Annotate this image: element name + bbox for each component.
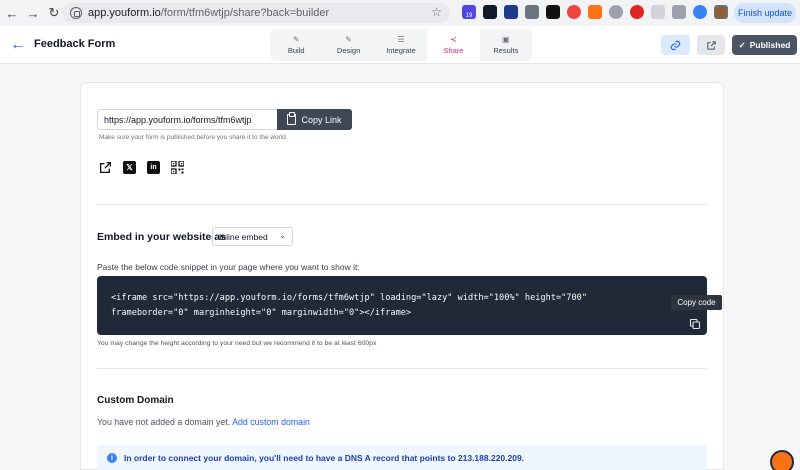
- chevron-down-icon: ⌄: [279, 231, 286, 240]
- inbox-icon: ▣: [502, 35, 510, 44]
- extension-icon[interactable]: [630, 5, 644, 19]
- published-label: Published: [749, 40, 791, 50]
- dns-ip: 213.188.220.209: [457, 453, 522, 463]
- clipboard-icon: [287, 112, 297, 125]
- custom-domain-status: You have not added a domain yet. Add cus…: [97, 417, 310, 427]
- extension-icon[interactable]: [693, 5, 707, 19]
- embed-type-select[interactable]: Inline embed ⌄: [212, 227, 293, 246]
- embed-code-text: <iframe src="https://app.youform.io/form…: [111, 293, 587, 318]
- back-arrow-icon[interactable]: ←: [10, 36, 26, 54]
- extension-badge: 19: [465, 13, 473, 19]
- url-path: /form/tfm6wtjp/share?back=builder: [160, 7, 330, 19]
- tab-share[interactable]: ≺ Share: [427, 29, 480, 61]
- extension-icon[interactable]: [546, 5, 560, 19]
- share-card: https://app.youform.io/forms/tfm6wtjp Co…: [80, 82, 724, 470]
- tab-label: Integrate: [386, 46, 416, 55]
- tab-label: Results: [493, 46, 519, 55]
- extension-icon[interactable]: [588, 5, 602, 19]
- share-icon: ≺: [450, 35, 457, 44]
- extension-icon[interactable]: [567, 5, 581, 19]
- copy-link-label: Copy Link: [301, 114, 342, 125]
- tab-label: Design: [336, 46, 361, 55]
- embed-code-block[interactable]: <iframe src="https://app.youform.io/form…: [97, 276, 707, 335]
- dns-info-box: i In order to connect your domain, you'l…: [97, 445, 707, 470]
- address-bar[interactable]: app.youform.io/form/tfm6wtjp/share?back=…: [62, 3, 450, 23]
- add-custom-domain-link[interactable]: Add custom domain: [232, 417, 310, 427]
- embed-label: Embed in your website as: [97, 231, 226, 243]
- extensions-bar: 19: [462, 5, 728, 19]
- tab-design[interactable]: ✎ Design: [322, 29, 374, 61]
- share-icons-row: 𝕏 in: [99, 161, 184, 174]
- tab-label: Share: [443, 46, 464, 55]
- finish-update-button[interactable]: Finish update: [734, 3, 796, 23]
- browser-reload-icon[interactable]: ↻: [45, 4, 63, 22]
- tab-build[interactable]: ✎ Build: [270, 29, 322, 61]
- published-button[interactable]: ✓ Published: [732, 35, 797, 55]
- external-link-icon[interactable]: [99, 161, 112, 174]
- custom-domain-title: Custom Domain: [97, 395, 174, 406]
- extension-icon[interactable]: [504, 5, 518, 19]
- site-info-icon[interactable]: [70, 7, 82, 19]
- extension-icon[interactable]: [483, 5, 497, 19]
- copy-link-button[interactable]: Copy Link: [277, 109, 352, 130]
- tab-integrate[interactable]: ☰ Integrate: [375, 29, 427, 61]
- pencil-icon: ✎: [292, 35, 300, 44]
- extension-icon[interactable]: 19: [462, 5, 476, 19]
- profile-avatar[interactable]: [714, 6, 727, 19]
- copy-code-tooltip: Copy code: [671, 295, 722, 310]
- app-header: ← Feedback Form ✎ Build ✎ Design ☰ Integ…: [0, 26, 800, 64]
- browser-back-icon[interactable]: ←: [3, 4, 21, 22]
- paste-instructions: Paste the below code snippet in your pag…: [97, 262, 360, 272]
- sliders-icon: ☰: [397, 35, 405, 44]
- dns-info-text: In order to connect your domain, you'll …: [124, 453, 456, 463]
- help-chat-icon[interactable]: [770, 450, 794, 470]
- x-twitter-icon[interactable]: 𝕏: [123, 161, 136, 174]
- browser-toolbar: ← → ↻ app.youform.io/form/tfm6wtjp/share…: [0, 0, 800, 26]
- bookmark-star-icon[interactable]: ☆: [431, 5, 442, 19]
- dns-info-suffix: .: [521, 453, 525, 463]
- divider: [97, 204, 707, 205]
- check-icon: ✓: [738, 39, 746, 50]
- copy-code-icon[interactable]: [689, 317, 701, 330]
- embed-type-value: Inline embed: [219, 231, 268, 242]
- link-icon: [670, 40, 681, 50]
- divider: [97, 368, 707, 369]
- extension-icon[interactable]: [672, 5, 686, 19]
- qr-code-icon[interactable]: [171, 161, 184, 174]
- brush-icon: ✎: [345, 35, 352, 44]
- info-icon: i: [107, 453, 117, 463]
- external-link-icon: [706, 40, 716, 50]
- open-form-button[interactable]: [697, 35, 725, 55]
- builder-tabs: ✎ Build ✎ Design ☰ Integrate ≺ Share ▣ R…: [270, 29, 532, 61]
- custom-domain-text: You have not added a domain yet.: [97, 417, 231, 427]
- extension-icon[interactable]: [525, 5, 539, 19]
- form-title: Feedback Form: [34, 38, 116, 50]
- extension-icon[interactable]: [609, 5, 623, 19]
- extension-icon[interactable]: [651, 5, 665, 19]
- url-host: app.youform.io: [88, 7, 161, 19]
- height-note: You may change the height according to y…: [97, 340, 377, 347]
- publish-hint: Make sure your form is published before …: [99, 134, 288, 141]
- browser-forward-icon[interactable]: →: [24, 4, 42, 22]
- tab-label: Build: [287, 46, 305, 55]
- linkedin-icon[interactable]: in: [147, 161, 160, 174]
- form-link-input[interactable]: https://app.youform.io/forms/tfm6wtjp: [97, 109, 278, 130]
- copy-form-link-button[interactable]: [661, 35, 690, 55]
- tab-results[interactable]: ▣ Results: [480, 29, 532, 61]
